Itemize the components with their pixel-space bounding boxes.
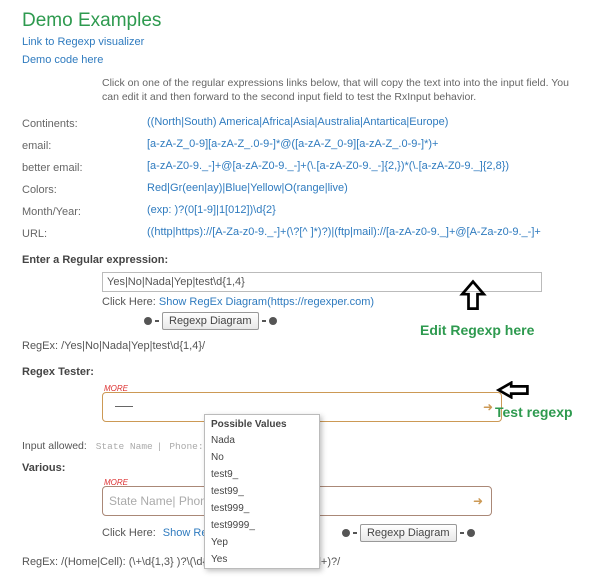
railroad-line-icon: [155, 320, 159, 322]
edit-regexp-annotation: Edit Regexp here: [420, 322, 534, 338]
example-label: Colors:: [22, 182, 147, 196]
click-here-label: Click Here:: [102, 296, 156, 308]
show-diagram-link[interactable]: Show RegEx Diagram(https://regexper.com): [159, 296, 374, 308]
example-label: Month/Year:: [22, 204, 147, 218]
example-label: better email:: [22, 160, 147, 174]
railroad-dot-end-icon: [467, 529, 475, 537]
arrow-right-icon[interactable]: ➜: [473, 494, 483, 508]
autocomplete-dropdown: Possible Values Nada No test9_ test99_ t…: [204, 414, 320, 569]
railroad-line-icon: [262, 320, 266, 322]
railroad-line-icon: [353, 532, 357, 534]
example-regex[interactable]: Red|Gr(een|ay)|Blue|Yellow|O(range|live): [147, 182, 573, 196]
input-allowed-part: State Name: [96, 441, 153, 452]
railroad-line-icon: [460, 532, 464, 534]
link-demo-code[interactable]: Demo code here: [22, 54, 573, 66]
dropdown-item[interactable]: test9_: [205, 466, 319, 483]
dropdown-item[interactable]: Yep: [205, 534, 319, 551]
arrow-up-icon: [455, 278, 491, 317]
example-regex[interactable]: [a-zA-Z_0-9][a-zA-Z_.0-9-]*@([a-zA-Z_0-9…: [147, 138, 573, 152]
dropdown-item[interactable]: Nada: [205, 432, 319, 449]
link-regexp-visualizer[interactable]: Link to Regexp visualizer: [22, 36, 573, 48]
arrow-right-icon[interactable]: ➜: [483, 400, 493, 414]
example-regex[interactable]: ((http|https)://[A-Za-z0-9._-]+(\?[^ ]*)…: [147, 226, 573, 240]
example-regex[interactable]: ((North|South) America|Africa|Asia|Austr…: [147, 116, 573, 130]
input-allowed-label: Input allowed:: [22, 440, 87, 452]
regex-tester-label: Regex Tester:: [22, 366, 573, 378]
railroad-dot-start-icon: [342, 529, 350, 537]
example-label: email:: [22, 138, 147, 152]
test-regexp-annotation: Test regexp: [495, 404, 573, 420]
regexp-diagram-button[interactable]: Regexp Diagram: [162, 312, 259, 330]
cursor-underline-icon: [115, 406, 133, 407]
example-regex[interactable]: (exp: )?(0[1-9]|1[012])\d{2}: [147, 204, 573, 218]
regexp-diagram-button[interactable]: Regexp Diagram: [360, 524, 457, 542]
example-label: Continents:: [22, 116, 147, 130]
dropdown-item[interactable]: test9999_: [205, 517, 319, 534]
arrow-left-icon: [495, 381, 531, 402]
dropdown-title: Possible Values: [205, 415, 319, 432]
page-title: Demo Examples: [22, 10, 573, 32]
dropdown-item[interactable]: test999_: [205, 500, 319, 517]
example-regex[interactable]: [a-zA-Z0-9._-]+@[a-zA-Z0-9._-]+(\.[a-zA-…: [147, 160, 573, 174]
input-allowed-part: Phone:: [169, 441, 203, 452]
intro-text: Click on one of the regular expressions …: [102, 76, 573, 104]
dropdown-item[interactable]: No: [205, 449, 319, 466]
click-here-label: Click Here:: [102, 527, 156, 539]
dropdown-item[interactable]: test99_: [205, 483, 319, 500]
railroad-dot-start-icon: [144, 317, 152, 325]
enter-regex-label: Enter a Regular expression:: [22, 254, 573, 266]
railroad-dot-end-icon: [269, 317, 277, 325]
example-label: URL:: [22, 226, 147, 240]
regex-status: RegEx: /Yes|No|Nada|Yep|test\d{1,4}/: [22, 340, 573, 352]
